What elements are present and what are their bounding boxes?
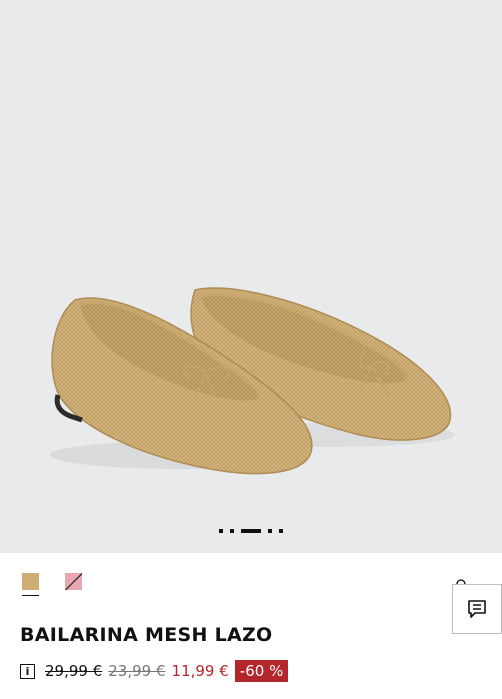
pagination-dot[interactable] — [279, 529, 283, 533]
info-icon[interactable]: i — [20, 663, 35, 679]
pagination-dot[interactable] — [219, 529, 223, 533]
price-original: 29,99 € — [45, 662, 103, 680]
price-row: i 29,99 € 23,99 € 11,99 € -60 % — [20, 660, 289, 682]
price-current: 11,99 € — [171, 662, 229, 680]
pagination-dot[interactable] — [268, 529, 272, 533]
pagination-dot[interactable] — [230, 529, 234, 533]
gallery-pagination — [0, 528, 502, 534]
discount-badge: -60 % — [234, 660, 289, 682]
price-previous: 23,99 € — [108, 662, 166, 680]
swatch-pink-unavailable[interactable] — [65, 573, 82, 590]
chat-button[interactable] — [452, 584, 502, 634]
color-swatches — [22, 573, 82, 596]
pagination-dot-active[interactable] — [241, 529, 261, 533]
shoe-illustration — [50, 287, 455, 475]
product-title: BAILARINA MESH LAZO — [20, 624, 273, 646]
chat-icon — [468, 600, 486, 618]
swatch-gold[interactable] — [22, 573, 39, 596]
product-image[interactable] — [0, 0, 502, 553]
